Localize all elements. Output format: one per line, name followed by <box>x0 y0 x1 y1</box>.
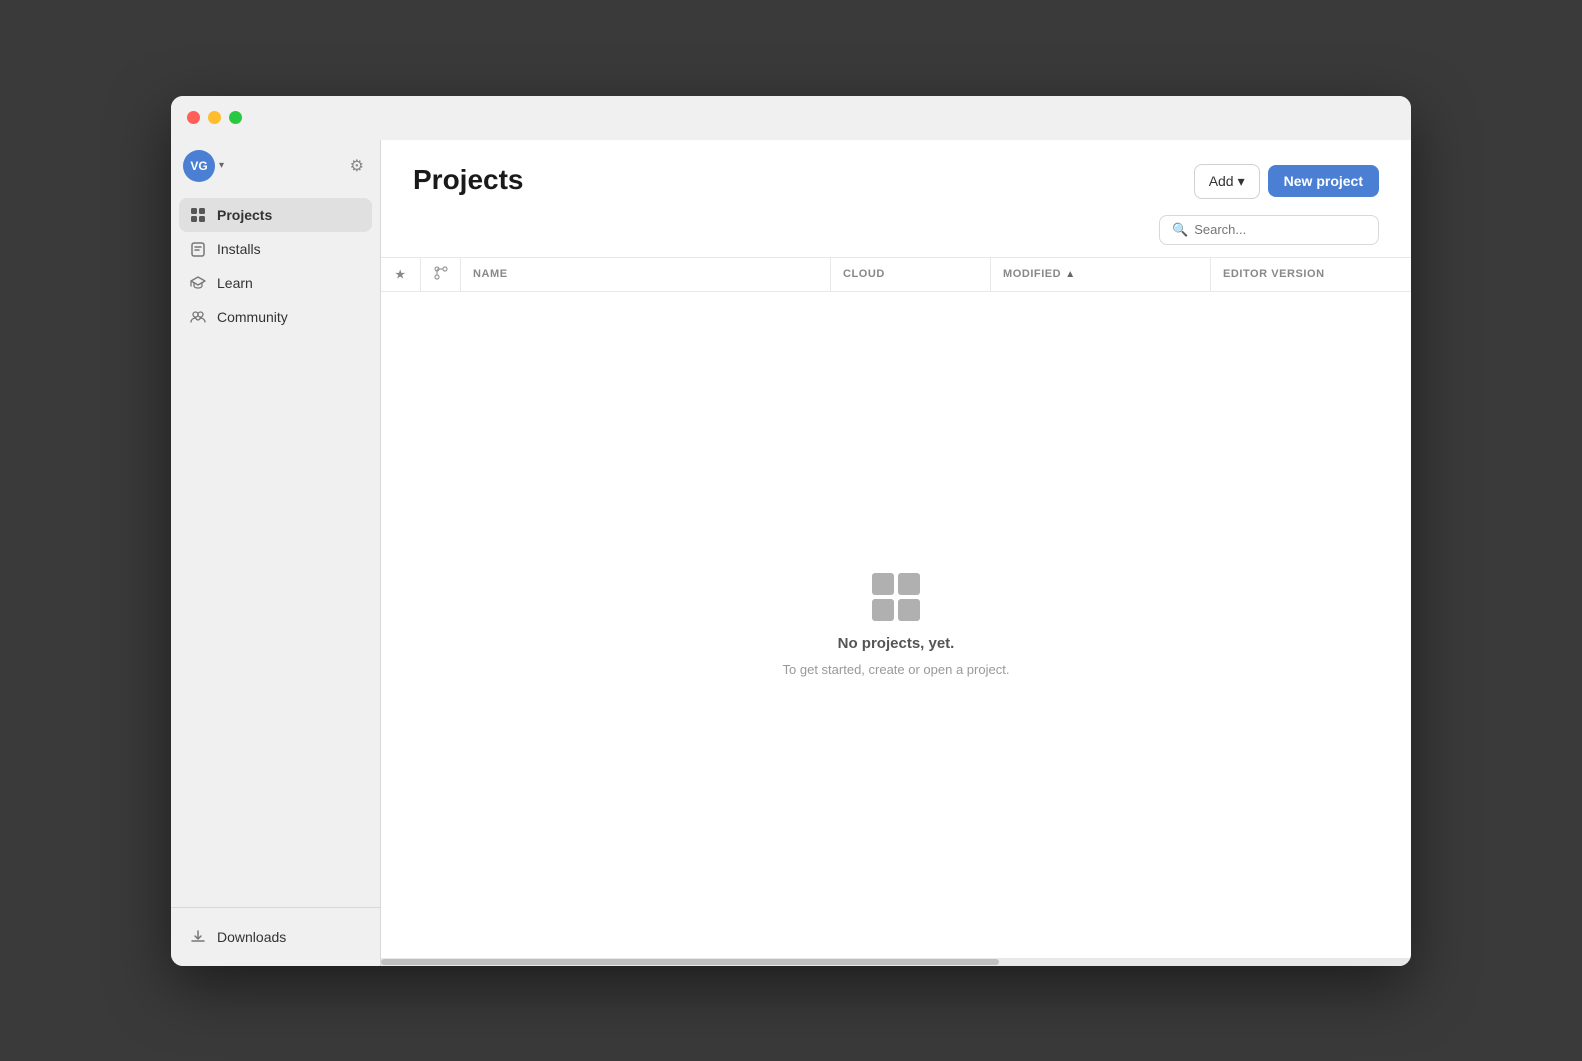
main-content: Projects Add ▾ New project 🔍 ★ <box>381 140 1411 966</box>
new-project-button[interactable]: New project <box>1268 165 1379 197</box>
sidebar-item-label-learn: Learn <box>217 275 253 291</box>
empty-state: No projects, yet. To get started, create… <box>783 573 1010 677</box>
th-modified[interactable]: MODIFIED ▲ <box>991 258 1211 291</box>
minimize-button[interactable] <box>208 111 221 124</box>
branch-icon <box>434 266 448 283</box>
th-modified-label: MODIFIED <box>1003 268 1061 280</box>
grid-icon <box>189 206 207 224</box>
add-button-label: Add <box>1209 173 1234 189</box>
scrollbar-thumb <box>381 959 999 965</box>
scrollbar[interactable] <box>381 958 1411 966</box>
user-area[interactable]: VG ▾ <box>183 150 224 182</box>
search-input[interactable] <box>1194 222 1366 237</box>
community-icon <box>189 308 207 326</box>
chevron-down-icon: ▾ <box>219 160 224 171</box>
sidebar-item-label-community: Community <box>217 309 288 325</box>
empty-square-1 <box>872 573 894 595</box>
empty-square-3 <box>872 599 894 621</box>
learn-icon <box>189 274 207 292</box>
sidebar-bottom: Downloads <box>171 907 380 966</box>
search-icon: 🔍 <box>1172 222 1188 238</box>
app-body: VG ▾ ⚙ Projects <box>171 140 1411 966</box>
traffic-lights <box>187 111 242 124</box>
header-actions: Add ▾ New project <box>1194 164 1379 199</box>
maximize-button[interactable] <box>229 111 242 124</box>
main-header: Projects Add ▾ New project <box>381 140 1411 199</box>
table-header: ★ NAME <box>381 257 1411 292</box>
app-window: VG ▾ ⚙ Projects <box>171 96 1411 966</box>
sidebar-top: VG ▾ ⚙ <box>171 140 380 194</box>
sidebar-item-installs[interactable]: Installs <box>179 232 372 266</box>
search-box: 🔍 <box>1159 215 1379 245</box>
th-cloud[interactable]: CLOUD <box>831 258 991 291</box>
installs-icon <box>189 240 207 258</box>
sidebar-item-label-installs: Installs <box>217 241 261 257</box>
table-body: No projects, yet. To get started, create… <box>381 292 1411 958</box>
sidebar-item-projects[interactable]: Projects <box>179 198 372 232</box>
empty-square-4 <box>898 599 920 621</box>
titlebar <box>171 96 1411 140</box>
sidebar-item-label-projects: Projects <box>217 207 272 223</box>
close-button[interactable] <box>187 111 200 124</box>
downloads-icon <box>189 928 207 946</box>
sidebar: VG ▾ ⚙ Projects <box>171 140 381 966</box>
sort-asc-icon: ▲ <box>1065 269 1075 280</box>
th-cloud-label: CLOUD <box>843 268 885 280</box>
th-name-label: NAME <box>473 268 508 280</box>
downloads-label: Downloads <box>217 929 286 945</box>
search-area: 🔍 <box>381 199 1411 257</box>
star-icon: ★ <box>395 268 405 281</box>
empty-state-subtitle: To get started, create or open a project… <box>783 662 1010 677</box>
empty-icon <box>872 573 920 621</box>
downloads-item[interactable]: Downloads <box>179 920 372 954</box>
empty-state-title: No projects, yet. <box>838 635 955 652</box>
th-branch[interactable] <box>421 258 461 291</box>
sidebar-item-learn[interactable]: Learn <box>179 266 372 300</box>
th-name[interactable]: NAME <box>461 258 831 291</box>
sidebar-item-community[interactable]: Community <box>179 300 372 334</box>
empty-square-2 <box>898 573 920 595</box>
settings-button[interactable]: ⚙ <box>346 152 368 180</box>
sidebar-nav: Projects Installs <box>171 194 380 907</box>
th-editor-version-label: EDITOR VERSION <box>1223 268 1325 280</box>
th-editor-version[interactable]: EDITOR VERSION <box>1211 258 1411 291</box>
chevron-down-icon: ▾ <box>1238 173 1245 190</box>
add-button[interactable]: Add ▾ <box>1194 164 1260 199</box>
avatar: VG <box>183 150 215 182</box>
page-title: Projects <box>413 164 524 196</box>
th-star[interactable]: ★ <box>381 258 421 291</box>
